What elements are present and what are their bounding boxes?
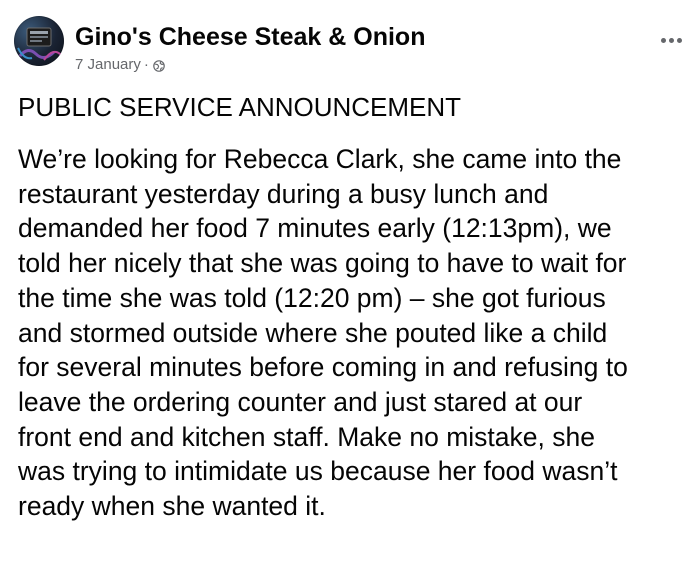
post-body-line: ready when she wanted it. bbox=[18, 491, 326, 522]
post-date-link[interactable]: 7 January bbox=[75, 56, 141, 74]
avatar-logo-icon bbox=[17, 27, 63, 61]
more-options-icon[interactable] bbox=[656, 28, 686, 52]
separator-dot: · bbox=[143, 56, 149, 73]
facebook-post: Gino's Cheese Steak & Onion 7 January · … bbox=[0, 0, 700, 565]
post-body-line: restaurant yesterday during a busy lunch… bbox=[18, 178, 549, 209]
post-body: We’re looking for Rebecca Clark, she cam… bbox=[18, 142, 690, 524]
post-body-line: leave the ordering counter and just star… bbox=[18, 386, 583, 417]
page-avatar[interactable] bbox=[14, 16, 64, 66]
post-body-line: was trying to intimidate us because her … bbox=[18, 456, 618, 487]
page-name-link[interactable]: Gino's Cheese Steak & Onion bbox=[75, 22, 646, 52]
post-body-line: told her nicely that she was going to ha… bbox=[18, 248, 627, 279]
post-body-line: We’re looking for Rebecca Clark, she cam… bbox=[18, 144, 622, 174]
post-body-line: and stormed outside where she pouted lik… bbox=[18, 317, 608, 348]
post-body-line: demanded her food 7 minutes early (12:13… bbox=[18, 213, 612, 244]
post-info: 7 January · bbox=[75, 56, 646, 74]
post-body-line: front end and kitchen staff. Make no mis… bbox=[18, 421, 595, 452]
post-meta: Gino's Cheese Steak & Onion 7 January · bbox=[75, 22, 646, 74]
post-body-line: for several minutes before coming in and… bbox=[18, 352, 628, 383]
post-header: Gino's Cheese Steak & Onion 7 January · bbox=[14, 16, 686, 80]
post-headline: PUBLIC SERVICE ANNOUNCEMENT bbox=[18, 92, 462, 122]
globe-icon[interactable] bbox=[153, 59, 165, 72]
post-body-line: the time she was told (12:20 pm) – she g… bbox=[18, 282, 606, 313]
